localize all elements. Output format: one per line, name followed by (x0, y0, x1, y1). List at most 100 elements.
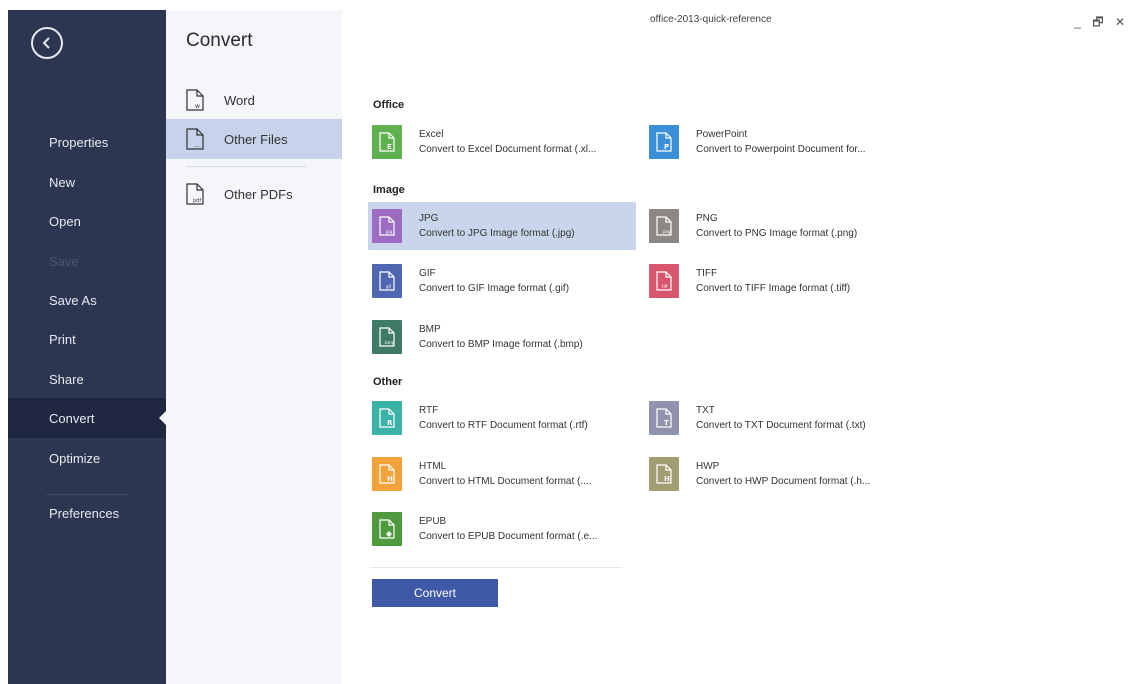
nav-label: Open (49, 213, 81, 229)
format-name: RTF (419, 405, 439, 416)
format-description: Convert to EPUB Document format (.e... (419, 531, 598, 542)
format-description: Convert to Excel Document format (.xl... (419, 144, 597, 155)
format-description: Convert to HWP Document format (.h... (696, 476, 871, 487)
format-description: Convert to PNG Image format (.png) (696, 228, 858, 239)
txt-file-icon: T (649, 401, 679, 435)
svg-text:R: R (387, 419, 393, 427)
svg-text:T: T (664, 419, 669, 427)
svg-text:jpg: jpg (385, 229, 393, 234)
content-divider (370, 567, 622, 568)
format-description: Convert to TIFF Image format (.tiff) (696, 283, 851, 294)
svg-text:png: png (663, 229, 671, 234)
format-hwp[interactable]: H HWP Convert to HWP Document format (.h… (645, 450, 913, 498)
svg-text:...: ... (194, 142, 200, 149)
hwp-file-icon: H (649, 457, 679, 491)
close-icon[interactable]: ✕ (1115, 15, 1129, 29)
format-name: TXT (696, 405, 715, 416)
excel-file-icon: E (372, 125, 402, 159)
format-name: EPUB (419, 516, 447, 527)
left-nav: Properties New Open Save Save As Print S… (8, 10, 166, 684)
format-description: Convert to BMP Image format (.bmp) (419, 339, 583, 350)
svg-text:H: H (664, 475, 670, 483)
svg-text:w: w (195, 103, 200, 110)
nav-label: New (49, 174, 76, 190)
format-png[interactable]: png PNG Convert to PNG Image format (.pn… (645, 202, 913, 250)
nav-properties[interactable]: Properties (8, 122, 166, 162)
pdf-doc-icon: pdf (186, 183, 204, 205)
format-description: Convert to HTML Document format (.... (419, 476, 592, 487)
format-tiff[interactable]: tiff TIFF Convert to TIFF Image format (… (645, 257, 913, 305)
nav-label: Save (49, 253, 79, 269)
nav-preferences[interactable]: Preferences (8, 493, 166, 533)
format-epub[interactable]: EPUB Convert to EPUB Document format (.e… (368, 505, 636, 553)
format-bmp[interactable]: .bmp BMP Convert to BMP Image format (.b… (368, 313, 636, 361)
option-label: Other PDFs (224, 186, 293, 202)
nav-open[interactable]: Open (8, 201, 166, 241)
option-label: Other Files (224, 131, 288, 147)
option-label: Word (224, 92, 255, 108)
window-title: office-2013-quick-reference (650, 14, 772, 25)
back-button[interactable] (31, 27, 63, 59)
format-description: Convert to JPG Image format (.jpg) (419, 228, 575, 239)
svg-text:H: H (387, 475, 393, 483)
jpg-file-icon: jpg (372, 209, 402, 243)
convert-option-other-pdfs[interactable]: pdf Other PDFs (166, 174, 342, 214)
rtf-file-icon: R (372, 401, 402, 435)
nav-label: Print (49, 331, 76, 347)
format-description: Convert to TXT Document format (.txt) (696, 420, 866, 431)
file-doc-icon: ... (186, 128, 204, 150)
png-file-icon: png (649, 209, 679, 243)
nav-share[interactable]: Share (8, 359, 166, 399)
format-name: HTML (419, 461, 447, 472)
nav-label: Properties (49, 134, 109, 150)
format-description: Convert to RTF Document format (.rtf) (419, 420, 588, 431)
format-rtf[interactable]: R RTF Convert to RTF Document format (.r… (368, 394, 636, 442)
format-name: Excel (419, 129, 444, 140)
convert-option-other-files[interactable]: ... Other Files (166, 119, 342, 159)
restore-icon[interactable]: 🗗 (1092, 15, 1107, 29)
format-name: HWP (696, 461, 720, 472)
format-name: PNG (696, 213, 718, 224)
panel-divider (186, 166, 306, 167)
nav-print[interactable]: Print (8, 319, 166, 359)
gif-file-icon: gif (372, 264, 402, 298)
format-txt[interactable]: T TXT Convert to TXT Document format (.t… (645, 394, 913, 442)
bmp-file-icon: .bmp (372, 320, 402, 354)
word-doc-icon: w (186, 89, 204, 111)
nav-label: Save As (49, 292, 97, 308)
format-name: GIF (419, 268, 436, 279)
format-description: Convert to Powerpoint Document for... (696, 144, 866, 155)
nav-label: Optimize (49, 450, 101, 466)
nav-label: Share (49, 371, 84, 387)
window-controls: _ 🗗 ✕ (1074, 13, 1129, 34)
nav-save: Save (8, 241, 166, 281)
svg-text:pdf: pdf (193, 198, 201, 204)
svg-text:gif: gif (386, 284, 392, 289)
format-powerpoint[interactable]: P PowerPoint Convert to Powerpoint Docum… (645, 118, 913, 166)
html-file-icon: H (372, 457, 402, 491)
panel-title: Convert (186, 30, 253, 51)
epub-file-icon (372, 512, 402, 546)
section-title-image: Image (373, 184, 405, 196)
svg-text:.bmp: .bmp (384, 340, 395, 345)
back-arrow-icon (42, 37, 50, 49)
format-name: JPG (419, 213, 439, 224)
svg-text:P: P (664, 143, 669, 151)
minimize-icon[interactable]: _ (1074, 15, 1085, 29)
format-description: Convert to GIF Image format (.gif) (419, 283, 570, 294)
convert-button[interactable]: Convert (372, 579, 498, 607)
convert-panel: Convert w Word ... Other Files pdf Other… (166, 10, 342, 684)
nav-new[interactable]: New (8, 162, 166, 202)
format-jpg[interactable]: jpg JPG Convert to JPG Image format (.jp… (368, 202, 636, 250)
nav-convert[interactable]: Convert (8, 398, 166, 438)
format-excel[interactable]: E Excel Convert to Excel Document format… (368, 118, 636, 166)
nav-save-as[interactable]: Save As (8, 280, 166, 320)
nav-label: Preferences (49, 505, 120, 521)
format-gif[interactable]: gif GIF Convert to GIF Image format (.gi… (368, 257, 636, 305)
nav-optimize[interactable]: Optimize (8, 438, 166, 478)
section-title-other: Other (373, 376, 403, 388)
format-name: BMP (419, 324, 441, 335)
convert-option-word[interactable]: w Word (166, 80, 342, 120)
nav-label: Convert (49, 410, 95, 426)
format-html[interactable]: H HTML Convert to HTML Document format (… (368, 450, 636, 498)
